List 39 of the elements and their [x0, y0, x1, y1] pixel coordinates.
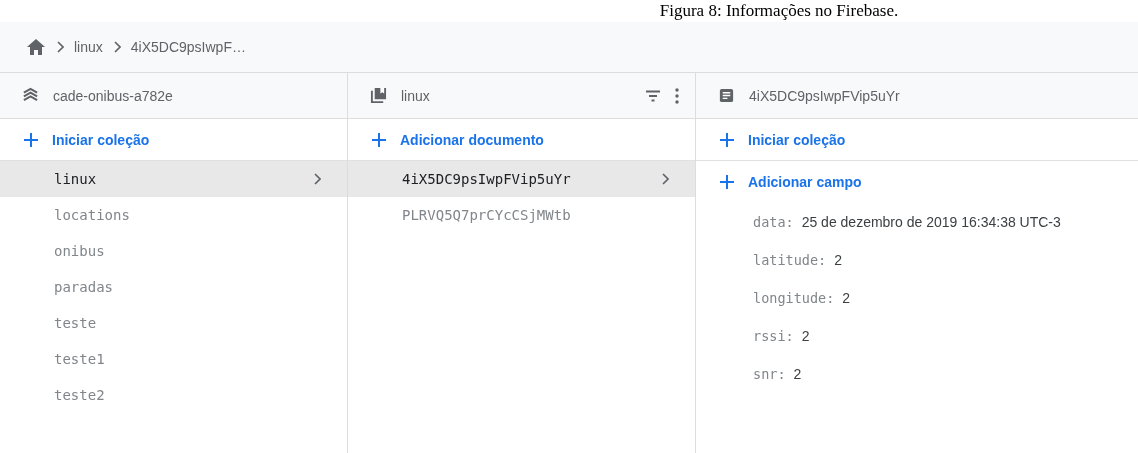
- list-item[interactable]: teste2: [0, 377, 347, 413]
- field-name: latitude:: [753, 252, 827, 268]
- field-name: rssi:: [753, 328, 794, 344]
- panel-title: linux: [401, 87, 430, 104]
- field-value: 25 de dezembro de 2019 16:34:38 UTC-3: [801, 214, 1061, 230]
- plus-icon: [720, 175, 734, 189]
- panel-title: 4iX5DC9psIwpFVip5uYr: [749, 87, 900, 104]
- field-name: longitude:: [753, 290, 835, 306]
- chevron-icon: [661, 173, 669, 185]
- field-name: snr:: [753, 366, 786, 382]
- list-item[interactable]: linux: [0, 161, 347, 197]
- list-item[interactable]: onibus: [0, 233, 347, 269]
- chevron-icon: [313, 173, 321, 185]
- filter-icon[interactable]: [645, 89, 661, 102]
- field-value: 2: [801, 328, 810, 344]
- list-item[interactable]: 4iX5DC9psIwpFVip5uYr: [348, 161, 695, 197]
- list-item[interactable]: PLRVQ5Q7prCYcCSjMWtb: [348, 197, 695, 233]
- field-value: 2: [834, 252, 842, 268]
- plus-icon: [24, 132, 38, 147]
- chevron-icon: [112, 41, 121, 53]
- list-item[interactable]: paradas: [0, 269, 347, 305]
- plus-icon: [372, 132, 386, 147]
- field-name: data:: [753, 214, 794, 230]
- breadcrumb-link[interactable]: 4iX5DC9psIwpF…: [130, 39, 246, 55]
- stack-icon: [22, 87, 39, 104]
- field-value: 2: [793, 366, 802, 382]
- list-item[interactable]: teste: [0, 305, 347, 341]
- figure-caption: Figura 8: Informações no Firebase.: [658, 0, 900, 22]
- list-item[interactable]: teste1: [0, 341, 347, 377]
- more-options-icon[interactable]: [675, 87, 679, 104]
- collection-icon: [370, 87, 387, 104]
- document-icon: [718, 87, 735, 104]
- home-icon[interactable]: [26, 38, 46, 56]
- panel-title: cade-onibus-a782e: [53, 87, 173, 104]
- chevron-icon: [56, 41, 64, 53]
- field-value: 2: [842, 290, 851, 306]
- breadcrumb-link[interactable]: linux: [74, 39, 103, 55]
- list-item[interactable]: locations: [0, 197, 347, 233]
- plus-icon: [720, 132, 734, 147]
